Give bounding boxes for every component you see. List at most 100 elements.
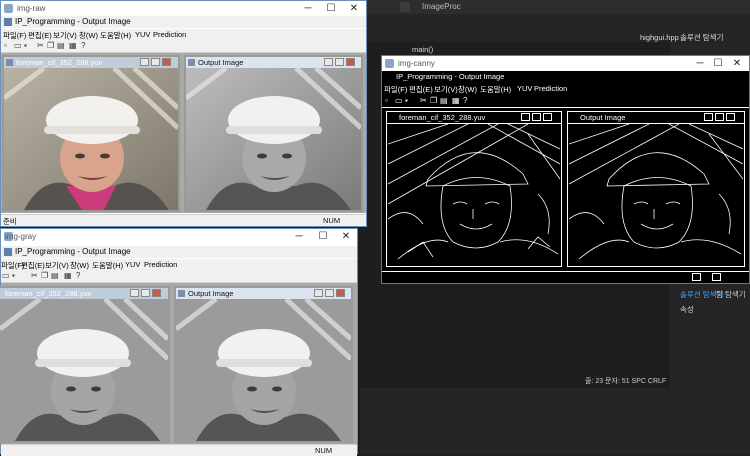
- statusbar: [382, 271, 749, 282]
- help-icon[interactable]: ?: [463, 97, 471, 105]
- close-icon[interactable]: [162, 58, 171, 66]
- foreman-photo-gray: [186, 68, 361, 210]
- canny-edges: [569, 124, 743, 260]
- help-icon[interactable]: ?: [76, 272, 84, 280]
- close-icon[interactable]: ✕: [341, 2, 367, 15]
- img-gray-window[interactable]: img-gray ─ ☐ ✕ IP_Programming - Output I…: [0, 228, 358, 456]
- maximize-icon[interactable]: [715, 113, 724, 121]
- cut-icon[interactable]: ✂: [31, 272, 39, 280]
- save-icon[interactable]: ▪: [24, 42, 32, 50]
- foreman-gray-input: [0, 299, 168, 441]
- status-indicator: [712, 273, 721, 281]
- ide-tab-highgui[interactable]: highgui.hpp: [640, 33, 679, 42]
- toolbar: ▫ ▭ ▪ ✂ ❐ ▤ ▦ ?: [382, 95, 749, 108]
- close-icon[interactable]: [726, 113, 735, 121]
- print-icon[interactable]: ▦: [452, 97, 460, 105]
- menu-window[interactable]: 창(W): [458, 84, 477, 95]
- menu-yuv[interactable]: YUV: [517, 84, 532, 93]
- new-file-icon[interactable]: ▫: [4, 42, 12, 50]
- menu-prediction[interactable]: Prediction: [153, 30, 186, 39]
- maximize-icon[interactable]: [335, 58, 344, 66]
- titlebar[interactable]: img-gray ─ ☐ ✕: [1, 229, 357, 244]
- paste-icon[interactable]: ▤: [57, 42, 65, 50]
- ide-output-panel: [360, 388, 670, 454]
- close-icon[interactable]: [336, 289, 345, 297]
- cut-icon[interactable]: ✂: [420, 97, 428, 105]
- child-window-output[interactable]: Output Image: [567, 111, 745, 267]
- child-window-output[interactable]: Output Image: [184, 55, 363, 212]
- close-icon[interactable]: ✕: [724, 57, 750, 70]
- close-icon[interactable]: [152, 289, 161, 297]
- new-file-icon[interactable]: ▫: [385, 97, 393, 105]
- child-window-input[interactable]: foreman_cif_352_288.yuv: [386, 111, 562, 267]
- child-titlebar[interactable]: Output Image: [568, 112, 744, 124]
- toolbar: ▭ ▪ ✂ ❐ ▤ ▦ ?: [1, 270, 357, 283]
- cut-icon[interactable]: ✂: [37, 42, 45, 50]
- statusbar: 준비 NUM: [1, 214, 366, 226]
- open-folder-icon[interactable]: ▭: [14, 42, 22, 50]
- menu-file[interactable]: 파일(F): [384, 84, 407, 95]
- minimize-icon[interactable]: [314, 289, 323, 297]
- child-window-output[interactable]: Output Image: [174, 286, 353, 443]
- child-title: foreman_cif_352_288.yuv: [16, 58, 103, 67]
- titlebar[interactable]: img-raw ─ ☐ ✕: [1, 1, 366, 16]
- paste-icon[interactable]: ▤: [51, 272, 59, 280]
- close-icon[interactable]: [346, 58, 355, 66]
- properties-label: 속성: [680, 305, 694, 314]
- ide-toolbar-button[interactable]: [400, 2, 410, 12]
- copy-icon[interactable]: ❐: [47, 42, 55, 50]
- menu-help[interactable]: 도움말(H): [480, 84, 511, 95]
- maximize-icon[interactable]: [532, 113, 541, 121]
- child-icon: [188, 59, 195, 66]
- app-titlebar: IP_Programming - Output Image: [382, 71, 749, 82]
- child-titlebar[interactable]: foreman_cif_352_288.yuv: [387, 112, 561, 124]
- minimize-icon[interactable]: [324, 58, 333, 66]
- child-window-input[interactable]: foreman_cif_352_288.yuv: [0, 286, 170, 443]
- maximize-icon[interactable]: [325, 289, 334, 297]
- print-icon[interactable]: ▦: [69, 42, 77, 50]
- print-icon[interactable]: ▦: [64, 272, 72, 280]
- menu-prediction[interactable]: Prediction: [144, 260, 177, 269]
- menu-view[interactable]: 보기(V): [434, 84, 458, 95]
- open-folder-icon[interactable]: ▭: [2, 272, 10, 280]
- paste-icon[interactable]: ▤: [440, 97, 448, 105]
- save-icon[interactable]: ▪: [12, 272, 20, 280]
- menu-prediction[interactable]: Prediction: [534, 84, 567, 93]
- img-canny-window[interactable]: img-canny ─ ☐ ✕ IP_Programming - Output …: [381, 55, 750, 284]
- minimize-icon[interactable]: [130, 289, 139, 297]
- app-icon: [4, 248, 12, 256]
- save-icon[interactable]: ▪: [405, 97, 413, 105]
- child-window-input[interactable]: foreman_cif_352_288.yuv: [2, 55, 180, 212]
- minimize-icon[interactable]: [704, 113, 713, 121]
- function-dropdown[interactable]: main(): [412, 45, 433, 54]
- ide-title: ImageProc: [422, 2, 461, 11]
- app-title: IP_Programming - Output Image: [396, 72, 505, 81]
- team-explorer-tab[interactable]: 팀 탐색기: [716, 289, 746, 300]
- child-titlebar[interactable]: Output Image: [186, 57, 361, 68]
- copy-icon[interactable]: ❐: [430, 97, 438, 105]
- menu-yuv[interactable]: YUV: [135, 30, 150, 39]
- minimize-icon[interactable]: [521, 113, 530, 121]
- child-titlebar[interactable]: foreman_cif_352_288.yuv: [4, 57, 178, 68]
- help-icon[interactable]: ?: [81, 42, 89, 50]
- child-titlebar[interactable]: Output Image: [176, 288, 351, 299]
- solution-explorer-header: 솔루션 탐색기: [680, 33, 724, 42]
- open-folder-icon[interactable]: ▭: [395, 97, 403, 105]
- maximize-icon[interactable]: [141, 289, 150, 297]
- app-title: IP_Programming - Output Image: [15, 17, 131, 26]
- toolbar: ▫ ▭ ▪ ✂ ❐ ▤ ▦ ?: [1, 40, 366, 53]
- titlebar[interactable]: img-canny ─ ☐ ✕: [382, 56, 749, 71]
- child-title: foreman_cif_352_288.yuv: [5, 289, 92, 298]
- menu-edit[interactable]: 편집(E): [409, 84, 433, 95]
- menu-yuv[interactable]: YUV: [125, 260, 140, 269]
- editor-status: 줄: 23 문자: 51 SPC CRLF: [585, 378, 667, 385]
- child-titlebar[interactable]: foreman_cif_352_288.yuv: [0, 288, 168, 299]
- img-raw-window[interactable]: img-raw ─ ☐ ✕ IP_Programming - Output Im…: [0, 0, 367, 227]
- close-icon[interactable]: [543, 113, 552, 121]
- minimize-icon[interactable]: [140, 58, 149, 66]
- canny-edges: [388, 124, 560, 260]
- maximize-icon[interactable]: [151, 58, 160, 66]
- close-icon[interactable]: ✕: [333, 230, 359, 243]
- minimize-icon[interactable]: ─: [286, 230, 312, 243]
- copy-icon[interactable]: ❐: [41, 272, 49, 280]
